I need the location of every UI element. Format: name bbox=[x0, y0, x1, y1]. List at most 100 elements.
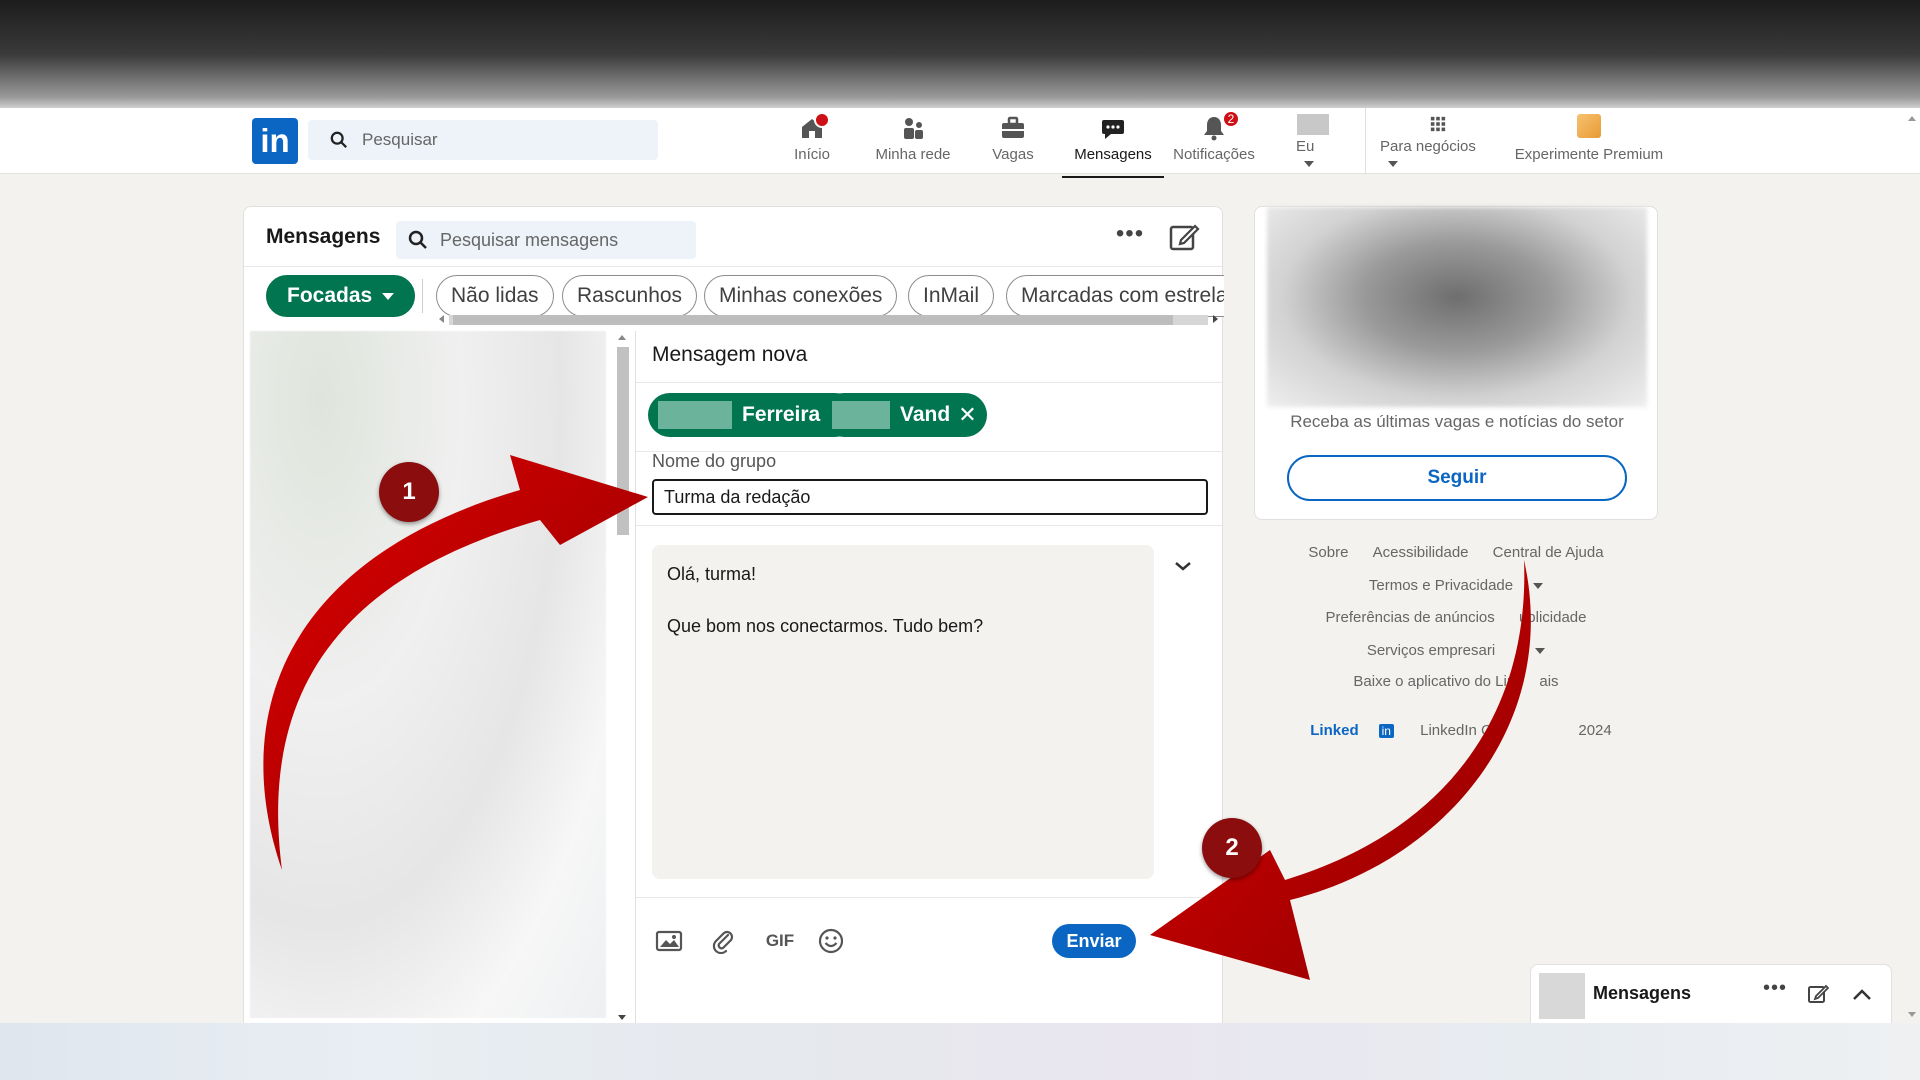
close-icon[interactable]: ✕ bbox=[958, 402, 976, 428]
footer-row: Linked in LinkedIn Co 2024 bbox=[1254, 722, 1658, 739]
search-icon bbox=[330, 131, 347, 148]
messaging-panel: Mensagens Pesquisar mensagens ••• Focada… bbox=[243, 206, 1596, 1024]
message-line: Que bom nos conectarmos. Tudo bem? bbox=[667, 616, 984, 636]
scroll-up-icon[interactable] bbox=[618, 335, 626, 340]
nav-notifications[interactable]: 2 Notificações bbox=[1170, 110, 1258, 172]
footer-link[interactable]: ublicidade bbox=[1519, 609, 1587, 626]
recipient-name-redacted bbox=[832, 401, 890, 429]
footer-link[interactable]: Serviços empresari bbox=[1357, 642, 1555, 659]
premium-icon bbox=[1577, 114, 1601, 138]
conversation-list-scrollbar[interactable] bbox=[614, 331, 630, 1024]
chevron-down-icon bbox=[382, 292, 395, 300]
footer-link[interactable]: Baixe o aplicativo do Lin bbox=[1353, 673, 1515, 690]
filter-focused-dropdown[interactable]: Focadas bbox=[266, 275, 416, 317]
gif-button[interactable]: GIF bbox=[762, 926, 798, 956]
blurred-background-top bbox=[0, 0, 1920, 108]
dock-title: Mensagens bbox=[1593, 983, 1692, 1003]
brand-text: Linked bbox=[1310, 722, 1359, 739]
avatar bbox=[1297, 114, 1329, 135]
top-navbar: in Pesquisar Início Minha rede Vagas Men… bbox=[0, 108, 1920, 178]
recipient-chip[interactable]: Vand ✕ bbox=[822, 393, 987, 437]
more-options-button[interactable]: ••• bbox=[1110, 219, 1150, 255]
message-body-textarea[interactable]: Olá, turma! Que bom nos conectarmos. Tud… bbox=[652, 545, 1154, 879]
attach-file-button[interactable] bbox=[708, 926, 738, 956]
home-notification-dot bbox=[814, 112, 830, 128]
conversation-list-blurred[interactable] bbox=[250, 331, 606, 1018]
chevron-down-icon[interactable] bbox=[1172, 555, 1194, 577]
copyright-year: 2024 bbox=[1578, 722, 1612, 739]
footer-link[interactable]: Acessibilidade bbox=[1373, 544, 1469, 561]
scroll-up-icon[interactable] bbox=[1908, 116, 1916, 121]
blurred-background-bottom bbox=[0, 1023, 1920, 1080]
ad-banner-blurred[interactable] bbox=[1267, 207, 1647, 407]
send-button[interactable]: Enviar bbox=[1052, 924, 1136, 958]
scrollbar-thumb[interactable] bbox=[453, 315, 1173, 325]
grid-icon bbox=[1430, 116, 1446, 132]
nav-premium-label: Experimente Premium bbox=[1514, 146, 1664, 163]
footer-link[interactable]: Preferências de anúncios bbox=[1325, 609, 1494, 626]
follow-button[interactable]: Seguir bbox=[1287, 455, 1627, 501]
nav-premium[interactable]: Experimente Premium bbox=[1512, 114, 1666, 172]
global-search-input[interactable]: Pesquisar bbox=[308, 120, 658, 160]
chevron-up-icon[interactable] bbox=[1851, 985, 1873, 1005]
nav-messaging-label: Mensagens bbox=[1074, 146, 1152, 163]
footer-link-label: Serviços empresari bbox=[1366, 642, 1496, 659]
nav-notifications-label: Notificações bbox=[1173, 146, 1255, 163]
nav-me-label-wrap: Eu bbox=[1296, 138, 1330, 172]
chevron-down-icon bbox=[1533, 583, 1544, 590]
message-search-input[interactable]: Pesquisar mensagens bbox=[396, 221, 696, 259]
linkedin-footer-logo: Linked in bbox=[1300, 722, 1404, 739]
messaging-dock[interactable]: Mensagens ••• bbox=[1530, 964, 1892, 1023]
nav-business-label-wrap: Para negócios bbox=[1380, 138, 1496, 172]
briefcase-icon bbox=[1002, 116, 1024, 138]
footer-link[interactable]: Sobre bbox=[1308, 544, 1348, 561]
chevron-down-icon bbox=[1388, 161, 1398, 168]
network-icon bbox=[904, 118, 923, 139]
nav-jobs-label: Vagas bbox=[992, 146, 1034, 163]
nav-network[interactable]: Minha rede bbox=[870, 114, 956, 172]
nav-home[interactable]: Início bbox=[790, 112, 834, 172]
recipients-row: Ferreira ✕ Vand ✕ + bbox=[636, 382, 1596, 452]
dock-more-button[interactable]: ••• bbox=[1763, 977, 1787, 1000]
compose-icon[interactable] bbox=[1168, 221, 1200, 253]
attach-image-button[interactable] bbox=[654, 926, 684, 956]
new-message-title: Mensagem nova bbox=[652, 343, 808, 366]
nav-business[interactable]: Para negócios bbox=[1380, 114, 1496, 172]
group-name-input[interactable]: Turma da redação bbox=[652, 479, 1208, 515]
filters-scrollbar[interactable] bbox=[439, 311, 1224, 327]
footer-link[interactable]: Central de Ajuda bbox=[1493, 544, 1604, 561]
message-line: Olá, turma! bbox=[667, 564, 757, 584]
footer-link[interactable]: ais bbox=[1539, 673, 1558, 690]
nav-jobs[interactable]: Vagas bbox=[990, 114, 1036, 172]
image-icon bbox=[655, 930, 683, 952]
divider bbox=[636, 525, 1224, 526]
filter-focused-label: Focadas bbox=[287, 284, 373, 307]
footer-row: Sobre Acessibilidade Central de Ajuda bbox=[1254, 544, 1658, 561]
scroll-down-icon[interactable] bbox=[1908, 1012, 1916, 1017]
footer-link-label: Termos e Privacidade bbox=[1368, 577, 1514, 594]
scrollbar-thumb[interactable] bbox=[617, 347, 629, 535]
recipient-name: Ferreira bbox=[742, 403, 821, 426]
page-scrollbar[interactable] bbox=[1904, 108, 1920, 1023]
messaging-title: Mensagens bbox=[266, 225, 381, 248]
emoji-icon bbox=[818, 928, 844, 954]
nav-messaging[interactable]: Mensagens bbox=[1062, 114, 1164, 178]
composer-toolbar: GIF Enviar bbox=[636, 897, 1224, 1024]
scroll-left-icon[interactable] bbox=[439, 315, 444, 323]
footer-row: Baixe o aplicativo do Lin ais bbox=[1254, 673, 1658, 690]
nav-business-label: Para negócios bbox=[1380, 138, 1476, 155]
linkedin-logo[interactable]: in bbox=[252, 118, 298, 164]
scroll-down-icon[interactable] bbox=[618, 1015, 626, 1020]
chevron-down-icon bbox=[1535, 648, 1546, 655]
chevron-down-icon bbox=[1304, 161, 1314, 168]
nav-network-label: Minha rede bbox=[875, 146, 951, 163]
scroll-right-icon[interactable] bbox=[1213, 315, 1218, 323]
emoji-button[interactable] bbox=[816, 926, 846, 956]
compose-icon[interactable] bbox=[1807, 983, 1829, 1005]
footer-row: Preferências de anúncios ublicidade bbox=[1254, 609, 1658, 626]
copyright-text: LinkedIn Co bbox=[1420, 722, 1501, 739]
message-search-placeholder: Pesquisar mensagens bbox=[440, 229, 619, 250]
nav-me[interactable]: Eu bbox=[1296, 114, 1330, 172]
recipient-name-redacted bbox=[658, 401, 732, 429]
footer-link[interactable]: Termos e Privacidade bbox=[1359, 577, 1553, 594]
